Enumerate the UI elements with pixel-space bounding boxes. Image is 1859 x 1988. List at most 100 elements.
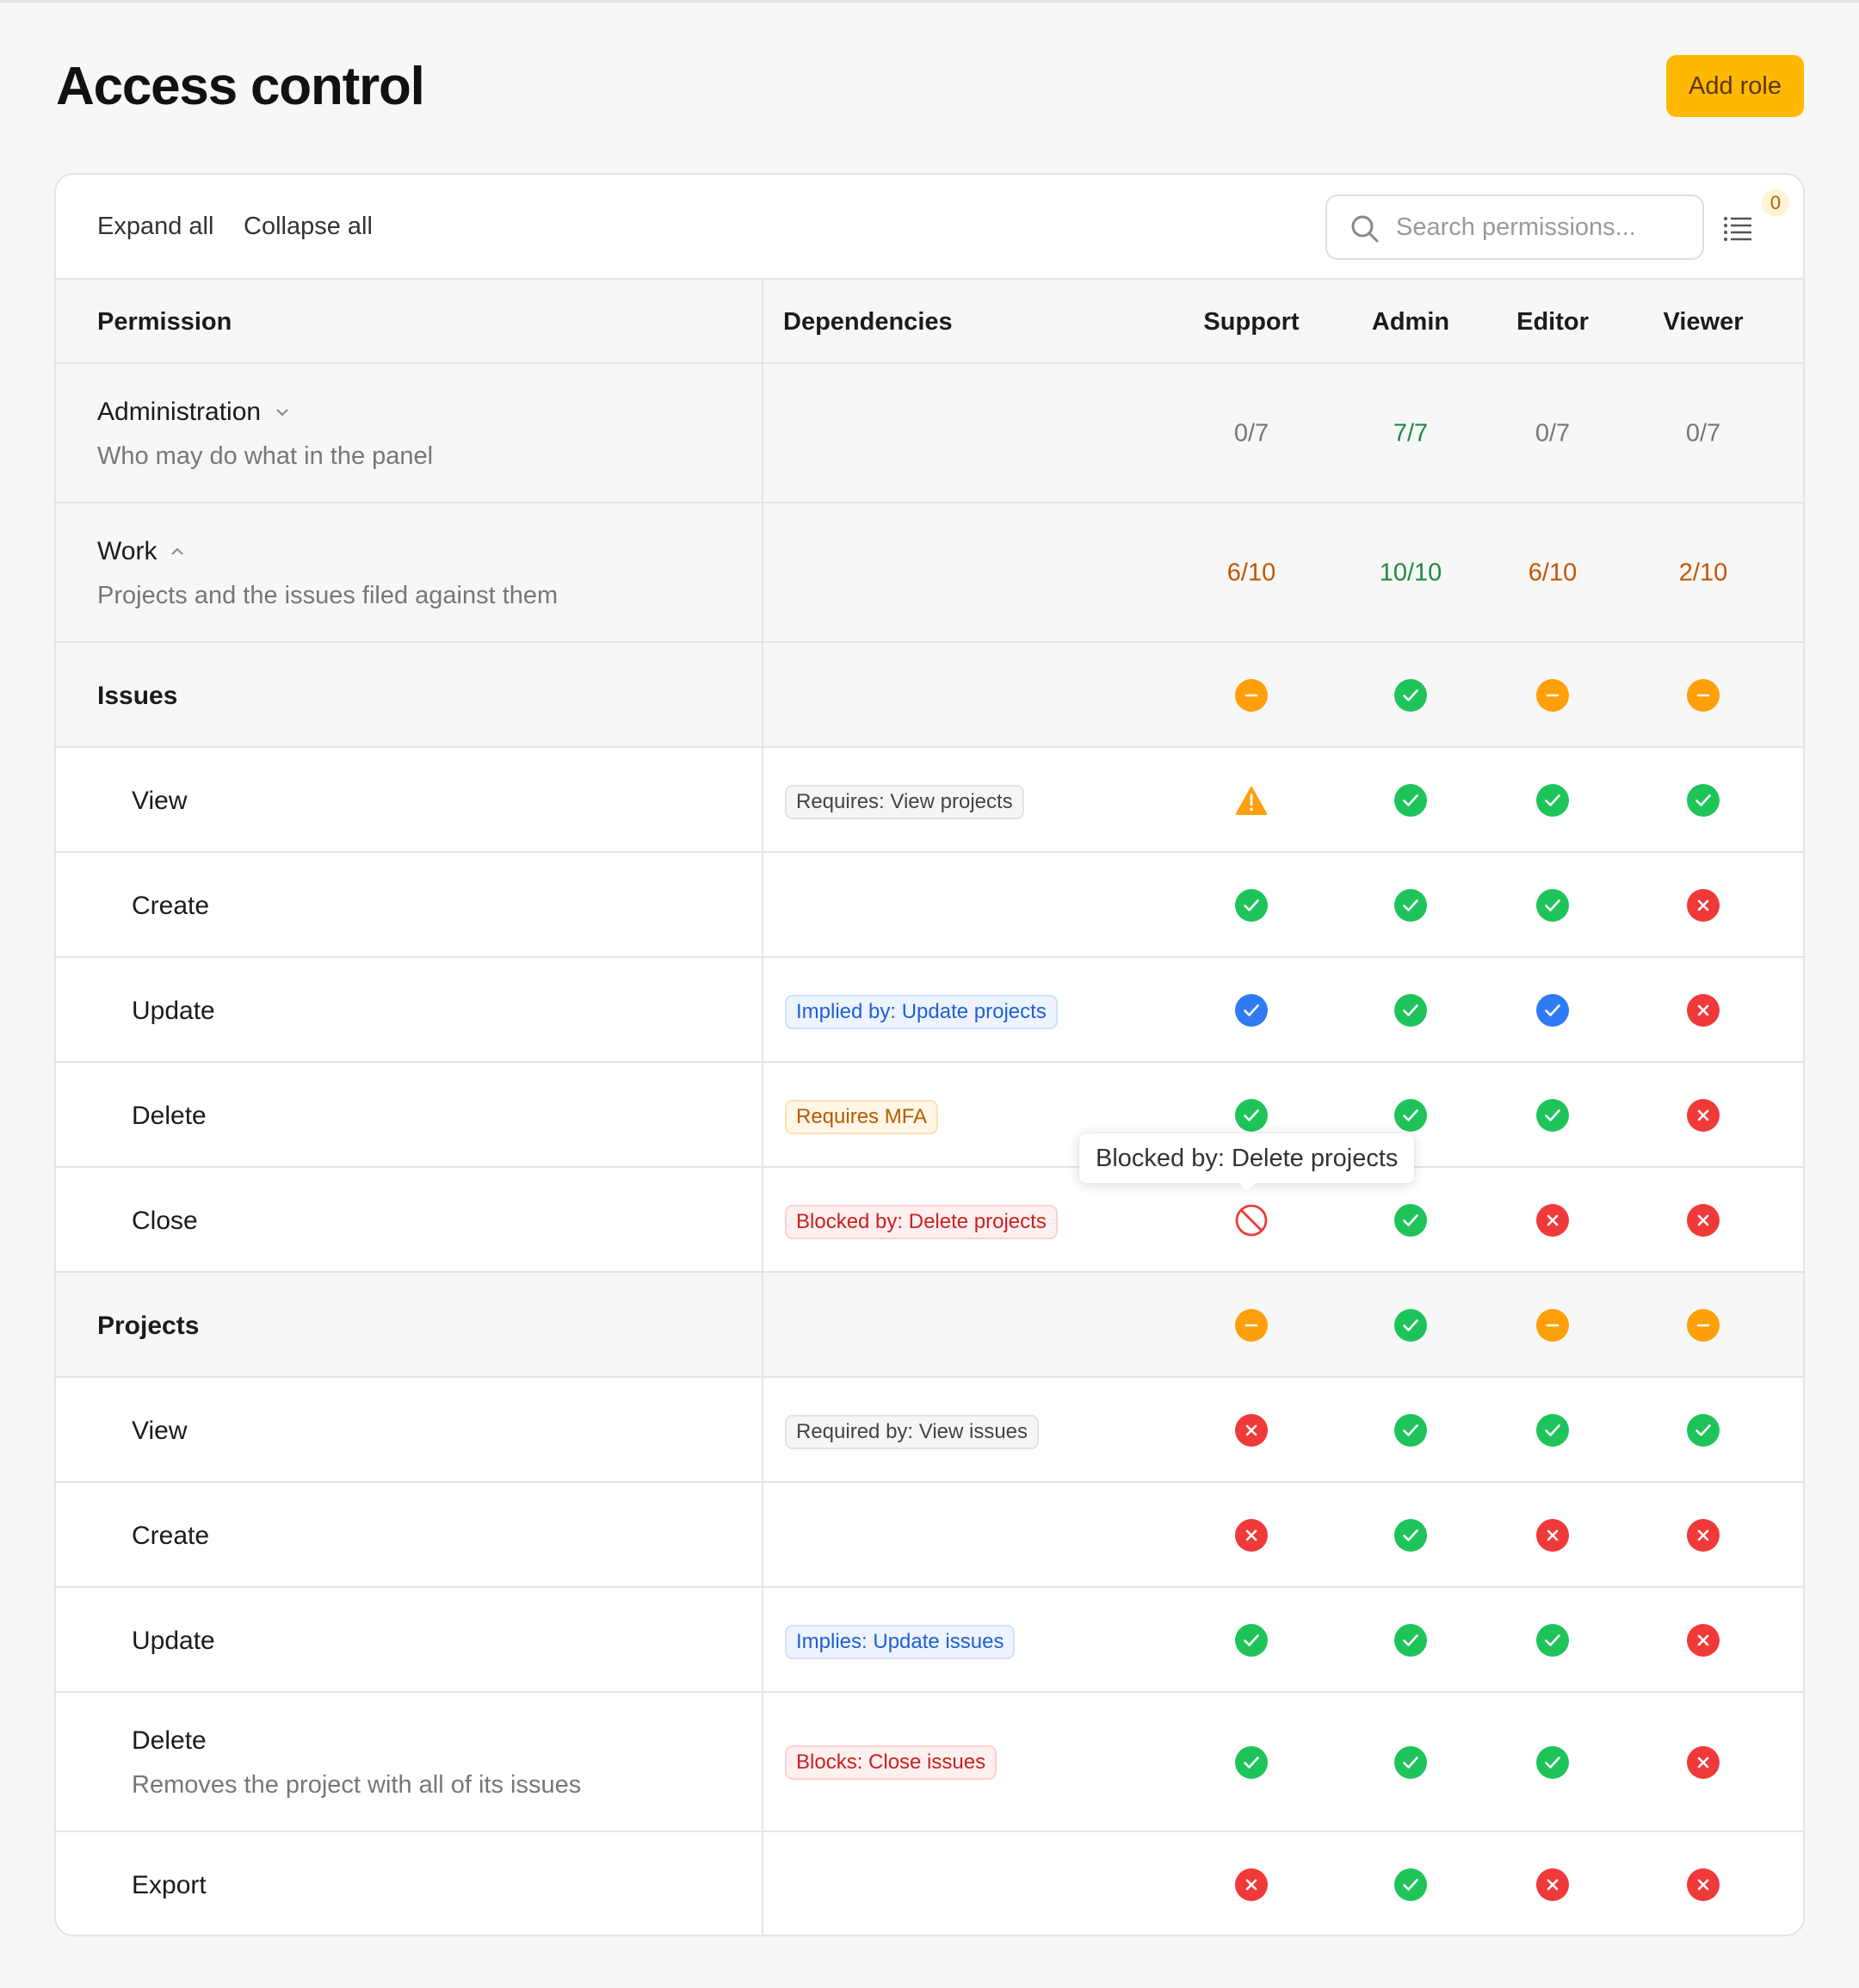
permission-name: Update bbox=[132, 997, 215, 1025]
permission-row: Close Blocked by: Delete projects bbox=[56, 1168, 1803, 1273]
role-count-editor: 0/7 bbox=[1535, 419, 1571, 448]
section-row-issues[interactable]: Issues bbox=[56, 643, 1803, 748]
search-icon bbox=[1351, 215, 1379, 243]
dependencies-column-header: Dependencies bbox=[783, 308, 953, 336]
group-row-administration[interactable]: Administration Who may do what in the pa… bbox=[56, 364, 1803, 503]
permission-partial-icon[interactable] bbox=[1535, 678, 1570, 713]
permission-denied-icon[interactable] bbox=[1686, 1203, 1720, 1238]
permission-denied-icon[interactable] bbox=[1535, 1518, 1570, 1553]
permission-name: Delete bbox=[132, 1102, 207, 1130]
permission-partial-icon[interactable] bbox=[1686, 1308, 1720, 1343]
permission-denied-icon[interactable] bbox=[1686, 888, 1720, 923]
permission-partial-icon[interactable] bbox=[1234, 1308, 1269, 1343]
role-column-header-viewer[interactable]: Viewer bbox=[1664, 308, 1744, 336]
page-header: Access control Add role bbox=[56, 3, 1804, 166]
permission-check-icon[interactable] bbox=[1393, 1745, 1428, 1780]
permission-row: Delete Requires MFA bbox=[56, 1063, 1803, 1168]
column-divider bbox=[762, 1588, 763, 1691]
group-description: Who may do what in the panel bbox=[97, 442, 434, 470]
permission-check-icon[interactable] bbox=[1234, 888, 1269, 923]
permission-denied-icon[interactable] bbox=[1234, 1868, 1269, 1902]
permissions-card: Expand all Collapse all 0 Permission D bbox=[54, 173, 1805, 1936]
group-row-work[interactable]: Work Projects and the issues filed again… bbox=[56, 503, 1803, 643]
permission-row: Update Implied by: Update projects bbox=[56, 958, 1803, 1063]
permission-check-icon[interactable] bbox=[1535, 783, 1570, 818]
search-box[interactable] bbox=[1325, 194, 1704, 260]
group-description: Projects and the issues filed against th… bbox=[97, 582, 559, 609]
dependency-tag: Required by: View issues bbox=[785, 1415, 1040, 1449]
chevron-down-icon[interactable] bbox=[275, 407, 290, 417]
permission-check-icon[interactable] bbox=[1535, 1745, 1570, 1780]
search-input[interactable] bbox=[1396, 208, 1689, 246]
permission-check-icon[interactable] bbox=[1535, 888, 1570, 923]
column-divider bbox=[762, 853, 763, 956]
permission-check-icon[interactable] bbox=[1686, 783, 1720, 818]
expand-all-button[interactable]: Expand all bbox=[97, 213, 213, 241]
permission-check-icon[interactable] bbox=[1393, 783, 1428, 818]
column-divider bbox=[762, 1273, 763, 1376]
dependency-tag: Requires MFA bbox=[785, 1100, 939, 1134]
column-divider bbox=[762, 1693, 763, 1831]
permission-check-icon[interactable] bbox=[1393, 1308, 1428, 1343]
permission-denied-icon[interactable] bbox=[1234, 1413, 1269, 1448]
permission-denied-icon[interactable] bbox=[1686, 1868, 1720, 1902]
permission-denied-icon[interactable] bbox=[1535, 1203, 1570, 1238]
permission-name: View bbox=[132, 1417, 188, 1445]
permission-check-icon[interactable] bbox=[1393, 678, 1428, 713]
permission-denied-icon[interactable] bbox=[1686, 1623, 1720, 1658]
permission-column-header: Permission bbox=[97, 308, 232, 336]
permission-name: Close bbox=[132, 1207, 198, 1235]
section-name: Projects bbox=[97, 1312, 200, 1340]
permission-partial-icon[interactable] bbox=[1686, 678, 1720, 713]
add-role-button[interactable]: Add role bbox=[1666, 55, 1804, 117]
permission-name: Create bbox=[132, 892, 210, 920]
permission-check-icon[interactable] bbox=[1393, 1413, 1428, 1448]
column-divider bbox=[762, 643, 763, 746]
column-divider bbox=[762, 1063, 763, 1166]
column-divider bbox=[762, 364, 763, 502]
section-row-projects[interactable]: Projects bbox=[56, 1273, 1803, 1378]
column-divider bbox=[762, 1168, 763, 1271]
permission-check-icon[interactable] bbox=[1393, 888, 1428, 923]
permission-check-icon[interactable] bbox=[1535, 1098, 1570, 1133]
permission-check-icon[interactable] bbox=[1393, 993, 1428, 1028]
permission-denied-icon[interactable] bbox=[1686, 1745, 1720, 1780]
role-column-header-admin[interactable]: Admin bbox=[1372, 308, 1449, 336]
role-column-header-support[interactable]: Support bbox=[1203, 308, 1299, 336]
dependency-tag: Implies: Update issues bbox=[785, 1625, 1016, 1659]
permission-check-icon[interactable] bbox=[1393, 1868, 1428, 1902]
permission-check-icon[interactable] bbox=[1393, 1203, 1428, 1238]
permission-implied-icon[interactable] bbox=[1234, 993, 1269, 1028]
dependency-tag: Blocks: Close issues bbox=[785, 1745, 997, 1780]
permission-implied-icon[interactable] bbox=[1535, 993, 1570, 1028]
permission-check-icon[interactable] bbox=[1535, 1413, 1570, 1448]
permission-check-icon[interactable] bbox=[1234, 1623, 1269, 1658]
permission-check-icon[interactable] bbox=[1234, 1098, 1269, 1133]
collapse-all-button[interactable]: Collapse all bbox=[244, 213, 373, 241]
permission-check-icon[interactable] bbox=[1393, 1518, 1428, 1553]
role-column-header-editor[interactable]: Editor bbox=[1516, 308, 1589, 336]
permission-check-icon[interactable] bbox=[1234, 1745, 1269, 1780]
permission-row: Create bbox=[56, 853, 1803, 958]
permission-denied-icon[interactable] bbox=[1686, 1518, 1720, 1553]
permission-name: Create bbox=[132, 1522, 210, 1550]
access-control-page: Access control Add role Expand all Colla… bbox=[0, 0, 1859, 1988]
permission-check-icon[interactable] bbox=[1686, 1413, 1720, 1448]
permission-warning-icon[interactable] bbox=[1234, 783, 1269, 818]
column-divider bbox=[762, 958, 763, 1061]
permission-denied-icon[interactable] bbox=[1686, 1098, 1720, 1133]
permission-blocked-icon[interactable] bbox=[1234, 1203, 1269, 1238]
role-count-viewer: 0/7 bbox=[1685, 419, 1721, 448]
permission-denied-icon[interactable] bbox=[1535, 1868, 1570, 1902]
filter-list-icon[interactable] bbox=[1721, 211, 1756, 245]
permission-name: Delete bbox=[132, 1726, 207, 1755]
permission-partial-icon[interactable] bbox=[1535, 1308, 1570, 1343]
permission-denied-icon[interactable] bbox=[1686, 993, 1720, 1028]
permission-denied-icon[interactable] bbox=[1234, 1518, 1269, 1553]
permission-check-icon[interactable] bbox=[1393, 1623, 1428, 1658]
permission-description: Removes the project with all of its issu… bbox=[132, 1771, 582, 1799]
permission-check-icon[interactable] bbox=[1535, 1623, 1570, 1658]
permission-check-icon[interactable] bbox=[1393, 1098, 1428, 1133]
permission-partial-icon[interactable] bbox=[1234, 678, 1269, 713]
chevron-up-icon[interactable] bbox=[170, 546, 185, 557]
